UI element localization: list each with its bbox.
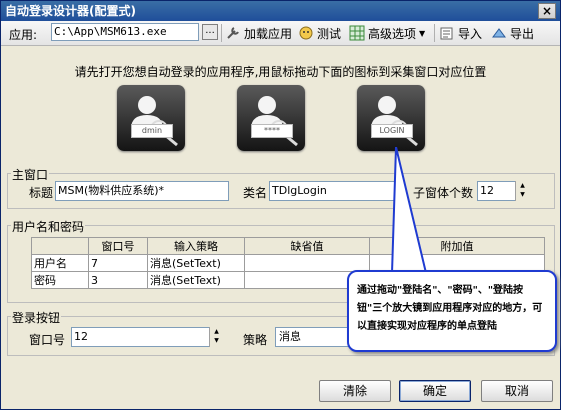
row-label: 密码 bbox=[31, 271, 89, 289]
row-label: 用户名 bbox=[31, 254, 89, 272]
app-path-field[interactable]: C:\App\MSM613.exe bbox=[51, 23, 199, 41]
child-count-spinner[interactable]: ▲ ▼ bbox=[515, 181, 529, 201]
class-name-field[interactable]: TDlgLogin bbox=[269, 181, 405, 201]
callout-tooltip: 通过拖动"登陆名"、"密码"、"登陆按钮"三个放大镜到应用程序对应的地方，可以直… bbox=[347, 270, 557, 352]
load-app-button[interactable]: 加载应用 bbox=[225, 23, 292, 43]
advanced-options-label: 高级选项 bbox=[368, 26, 417, 41]
login-window-no-value: 12 bbox=[74, 330, 88, 343]
app-label: 应用: bbox=[9, 28, 38, 42]
column-header: 窗口号 bbox=[88, 237, 148, 255]
window-no-label: 窗口号 bbox=[29, 333, 66, 347]
window-title-field[interactable]: MSM(物料供应系统)* bbox=[55, 181, 229, 201]
column-header: 输入策略 bbox=[147, 237, 245, 255]
import-button[interactable]: 导入 bbox=[439, 23, 482, 43]
title-label: 标题 bbox=[29, 186, 54, 200]
strategy-cell[interactable]: 消息(SetText) bbox=[147, 254, 245, 272]
load-app-label: 加载应用 bbox=[244, 26, 293, 41]
default-value-cell[interactable] bbox=[244, 254, 370, 272]
callout-text: 通过拖动"登陆名"、"密码"、"登陆按钮"三个放大镜到应用程序对应的地方，可以直… bbox=[357, 285, 543, 332]
main-window-group-title: 主窗口 bbox=[11, 166, 50, 183]
user-silhouette-icon bbox=[371, 96, 418, 147]
table-row[interactable]: 用户名 7 消息(SetText) bbox=[31, 254, 545, 272]
credentials-group-title: 用户名和密码 bbox=[11, 218, 86, 235]
window-no-cell[interactable]: 3 bbox=[88, 271, 148, 289]
ok-button[interactable]: 确定 bbox=[399, 380, 471, 402]
tile-caption: **** bbox=[251, 124, 293, 138]
export-label: 导出 bbox=[510, 26, 535, 41]
strategy-cell[interactable]: 消息(SetText) bbox=[147, 271, 245, 289]
table-header-row: 窗口号 输入策略 缺省值 附加值 bbox=[31, 237, 545, 255]
drag-login-button-magnifier[interactable]: LOGIN bbox=[357, 85, 425, 151]
window-title: 自动登录设计器(配置式) bbox=[5, 4, 136, 18]
strategy-label: 策略 bbox=[243, 333, 268, 347]
test-icon bbox=[298, 25, 314, 41]
dropdown-arrow-icon: ▼ bbox=[419, 28, 426, 38]
column-header: 缺省值 bbox=[244, 237, 370, 255]
child-count-value: 12 bbox=[480, 184, 494, 197]
export-button[interactable]: 导出 bbox=[491, 23, 534, 43]
login-window-no-spinner[interactable]: ▲ ▼ bbox=[209, 327, 223, 347]
login-button-group-title: 登录按钮 bbox=[11, 309, 62, 326]
export-icon bbox=[491, 25, 507, 41]
tile-caption: dmin bbox=[131, 124, 173, 138]
wrench-icon bbox=[225, 25, 241, 41]
test-button[interactable]: 测试 bbox=[298, 23, 341, 43]
advanced-options-button[interactable]: 高级选项 ▼ bbox=[349, 23, 425, 43]
drag-username-magnifier[interactable]: dmin bbox=[117, 85, 185, 151]
window-no-cell[interactable]: 7 bbox=[88, 254, 148, 272]
strategy-select-value: 消息 bbox=[279, 330, 301, 343]
tile-caption: LOGIN bbox=[371, 124, 413, 138]
browse-button[interactable]: ... bbox=[202, 24, 218, 40]
user-silhouette-icon bbox=[131, 96, 178, 147]
clear-button[interactable]: 清除 bbox=[319, 380, 391, 402]
import-label: 导入 bbox=[458, 26, 483, 41]
callout-pointer bbox=[390, 147, 428, 274]
class-label: 类名 bbox=[243, 186, 268, 200]
login-designer-window: 自动登录设计器(配置式) × 应用: C:\App\MSM613.exe ...… bbox=[0, 0, 561, 410]
drag-password-magnifier[interactable]: **** bbox=[237, 85, 305, 151]
column-header bbox=[31, 237, 89, 255]
cancel-button[interactable]: 取消 bbox=[481, 380, 553, 402]
toolbar: 应用: C:\App\MSM613.exe ... 加载应用 测试 高级选项 ▼ bbox=[1, 21, 560, 46]
login-window-no-field[interactable]: 12 bbox=[71, 327, 223, 347]
toolbar-separator bbox=[434, 24, 435, 42]
user-silhouette-icon bbox=[251, 96, 298, 147]
grid-settings-icon bbox=[349, 25, 365, 41]
toolbar-separator bbox=[221, 24, 222, 42]
instruction-text: 请先打开您想自动登录的应用程序,用鼠标拖动下面的图标到采集窗口对应位置 bbox=[74, 65, 487, 79]
test-label: 测试 bbox=[317, 26, 342, 41]
title-bar: 自动登录设计器(配置式) × bbox=[1, 1, 560, 21]
import-icon bbox=[439, 25, 455, 41]
close-button[interactable]: × bbox=[538, 3, 556, 19]
